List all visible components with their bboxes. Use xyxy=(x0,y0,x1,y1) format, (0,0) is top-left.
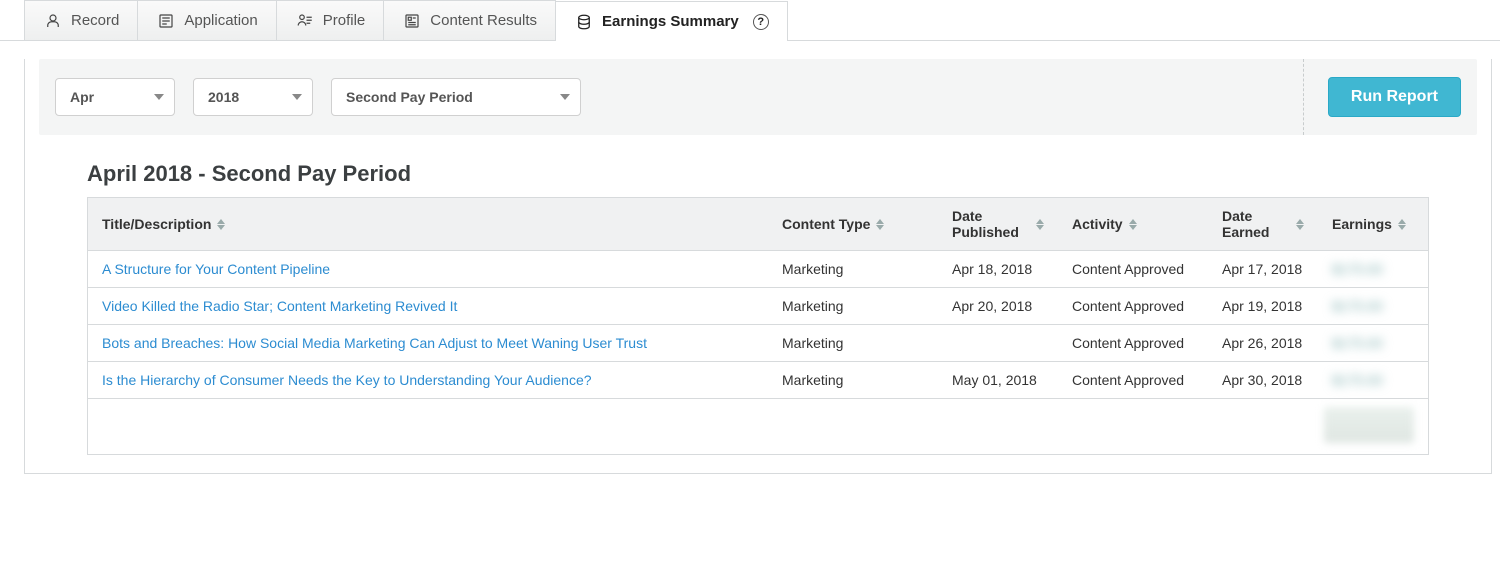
content-link[interactable]: Bots and Breaches: How Social Media Mark… xyxy=(102,335,647,351)
table-row: Bots and Breaches: How Social Media Mark… xyxy=(88,325,1428,362)
sort-icon xyxy=(1036,219,1044,230)
cell-published: May 01, 2018 xyxy=(938,372,1058,388)
tab-bar: Record Application Profile Content Resul… xyxy=(0,0,1500,41)
sort-icon xyxy=(1129,219,1137,230)
cell-type: Marketing xyxy=(768,372,938,388)
filter-bar: Apr 2018 Second Pay Period Run Report xyxy=(39,59,1477,135)
table-header: Title/Description Content Type Date Publ… xyxy=(88,198,1428,251)
tab-label: Earnings Summary xyxy=(602,13,739,30)
table-footer xyxy=(88,398,1428,454)
sort-icon xyxy=(1296,219,1304,230)
col-title[interactable]: Title/Description xyxy=(88,216,768,232)
col-content-type[interactable]: Content Type xyxy=(768,216,938,232)
sort-icon xyxy=(217,219,225,230)
month-value: Apr xyxy=(70,89,94,105)
caret-down-icon xyxy=(292,94,302,100)
tab-label: Profile xyxy=(323,12,366,29)
cell-earnings-blurred: $175.00 xyxy=(1318,372,1428,388)
content-link[interactable]: Video Killed the Radio Star; Content Mar… xyxy=(102,298,457,314)
cell-earned: Apr 26, 2018 xyxy=(1208,335,1318,351)
earnings-table: Title/Description Content Type Date Publ… xyxy=(87,197,1429,455)
cell-earnings-blurred: $175.00 xyxy=(1318,261,1428,277)
tab-profile[interactable]: Profile xyxy=(276,0,385,40)
total-blurred xyxy=(1324,407,1414,443)
cell-earnings-blurred: $175.00 xyxy=(1318,335,1428,351)
content-link[interactable]: Is the Hierarchy of Consumer Needs the K… xyxy=(102,372,592,388)
cell-earnings-blurred: $175.00 xyxy=(1318,298,1428,314)
sort-icon xyxy=(876,219,884,230)
content-results-icon xyxy=(402,11,422,31)
cell-type: Marketing xyxy=(768,261,938,277)
application-icon xyxy=(156,11,176,31)
sort-icon xyxy=(1398,219,1406,230)
month-select[interactable]: Apr xyxy=(55,78,175,116)
cell-type: Marketing xyxy=(768,335,938,351)
content-link[interactable]: A Structure for Your Content Pipeline xyxy=(102,261,330,277)
year-select[interactable]: 2018 xyxy=(193,78,313,116)
period-select[interactable]: Second Pay Period xyxy=(331,78,581,116)
cell-title: Video Killed the Radio Star; Content Mar… xyxy=(88,298,768,314)
cell-title: Is the Hierarchy of Consumer Needs the K… xyxy=(88,372,768,388)
table-row: Video Killed the Radio Star; Content Mar… xyxy=(88,288,1428,325)
help-icon[interactable]: ? xyxy=(753,14,769,30)
content-frame: Apr 2018 Second Pay Period Run Report Ap… xyxy=(24,59,1492,474)
earnings-icon xyxy=(574,12,594,32)
cell-activity: Content Approved xyxy=(1058,372,1208,388)
cell-activity: Content Approved xyxy=(1058,261,1208,277)
report-title: April 2018 - Second Pay Period xyxy=(87,161,1491,187)
cell-published: Apr 18, 2018 xyxy=(938,261,1058,277)
cell-activity: Content Approved xyxy=(1058,298,1208,314)
cell-earned: Apr 30, 2018 xyxy=(1208,372,1318,388)
col-earnings[interactable]: Earnings xyxy=(1318,216,1428,232)
cell-earned: Apr 19, 2018 xyxy=(1208,298,1318,314)
tab-earnings-summary[interactable]: Earnings Summary ? xyxy=(555,1,788,41)
cell-activity: Content Approved xyxy=(1058,335,1208,351)
cell-published: Apr 20, 2018 xyxy=(938,298,1058,314)
tab-label: Record xyxy=(71,12,119,29)
profile-icon xyxy=(295,11,315,31)
col-date-earned[interactable]: Date Earned xyxy=(1208,208,1318,240)
record-icon xyxy=(43,11,63,31)
caret-down-icon xyxy=(154,94,164,100)
cell-earned: Apr 17, 2018 xyxy=(1208,261,1318,277)
table-row: Is the Hierarchy of Consumer Needs the K… xyxy=(88,362,1428,398)
tab-content-results[interactable]: Content Results xyxy=(383,0,556,40)
tab-application[interactable]: Application xyxy=(137,0,276,40)
col-date-published[interactable]: Date Published xyxy=(938,208,1058,240)
filter-divider xyxy=(1303,59,1304,135)
year-value: 2018 xyxy=(208,89,239,105)
period-value: Second Pay Period xyxy=(346,89,473,105)
cell-type: Marketing xyxy=(768,298,938,314)
cell-title: A Structure for Your Content Pipeline xyxy=(88,261,768,277)
tab-record[interactable]: Record xyxy=(24,0,138,40)
tab-label: Content Results xyxy=(430,12,537,29)
cell-title: Bots and Breaches: How Social Media Mark… xyxy=(88,335,768,351)
table-row: A Structure for Your Content Pipeline Mar… xyxy=(88,251,1428,288)
col-activity[interactable]: Activity xyxy=(1058,216,1208,232)
run-report-button[interactable]: Run Report xyxy=(1328,77,1461,117)
tab-label: Application xyxy=(184,12,257,29)
table-body: A Structure for Your Content Pipeline Mar… xyxy=(88,251,1428,398)
caret-down-icon xyxy=(560,94,570,100)
